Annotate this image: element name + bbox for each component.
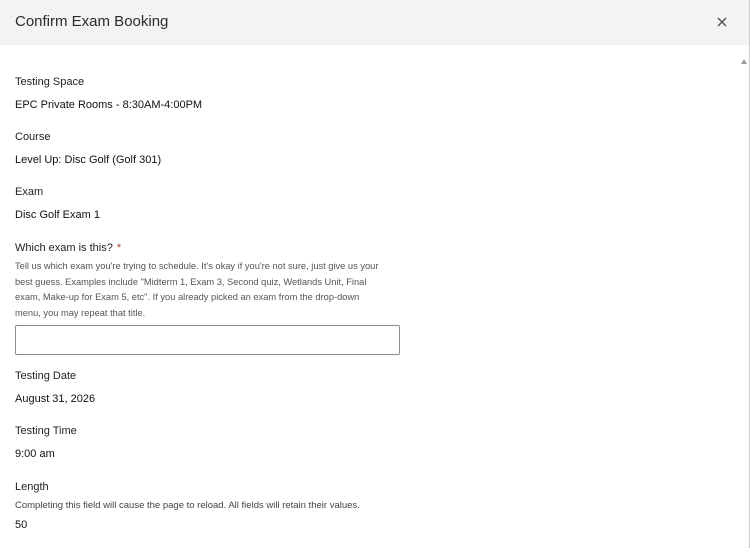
help-line: menu, you may repeat that title. (15, 307, 146, 318)
which-exam-label-text: Which exam is this? (15, 242, 113, 254)
help-line: Tell us which exam you're trying to sche… (15, 261, 379, 271)
testing-space-label: Testing Space (15, 76, 85, 88)
testing-time-label: Testing Time (15, 425, 77, 437)
which-exam-label: Which exam is this? * (15, 242, 121, 254)
confirm-exam-booking-dialog: Confirm Exam Booking Testing Space EPC P… (0, 0, 750, 548)
required-asterisk: * (116, 242, 122, 254)
length-note: Completing this field will cause the pag… (15, 500, 360, 511)
which-exam-help-text: Tell us which exam you're trying to sche… (15, 259, 410, 321)
length-value: 50 (15, 519, 28, 531)
length-label: Length (15, 481, 49, 493)
help-line: exam, Make-up for Exam 5, etc". If you a… (15, 292, 360, 302)
testing-time-value: 9:00 am (15, 448, 55, 460)
testing-date-value: August 31, 2026 (15, 393, 96, 405)
course-value: Level Up: Disc Golf (Golf 301) (15, 154, 162, 166)
help-line: best guess. Examples include "Midterm 1,… (15, 276, 367, 287)
course-label: Course (15, 131, 51, 143)
close-icon[interactable] (713, 13, 731, 31)
dialog-title: Confirm Exam Booking (15, 13, 169, 30)
dialog-scrollbar[interactable] (740, 45, 748, 548)
testing-space-value: EPC Private Rooms - 8:30AM-4:00PM (15, 99, 203, 111)
dialog-header: Confirm Exam Booking (0, 0, 749, 45)
exam-value: Disc Golf Exam 1 (15, 209, 100, 221)
exam-label: Exam (15, 186, 44, 198)
which-exam-input[interactable] (15, 325, 400, 355)
testing-date-label: Testing Date (15, 370, 77, 382)
